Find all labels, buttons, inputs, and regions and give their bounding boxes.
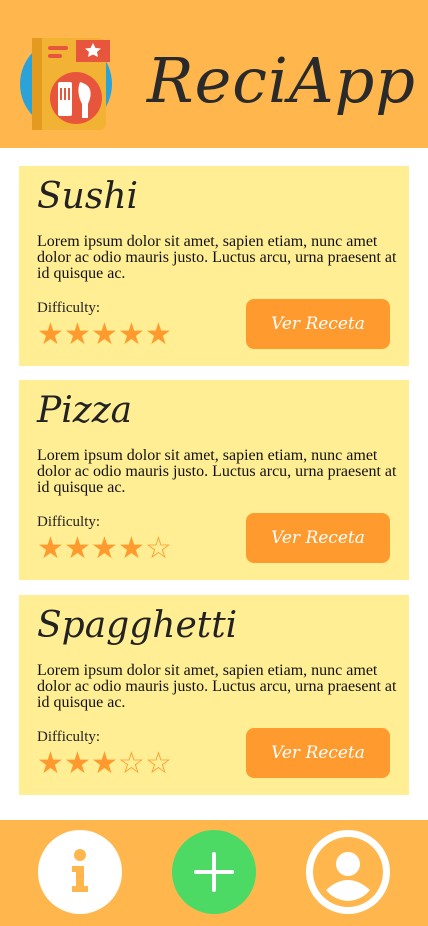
recipe-title: Spagghetti — [37, 605, 238, 646]
difficulty-label: Difficulty: — [37, 729, 101, 745]
view-recipe-button[interactable]: Ver Receta — [246, 299, 390, 349]
star-filled-icon: ★ — [91, 317, 118, 352]
difficulty-label: Difficulty: — [37, 300, 101, 316]
recipe-card: Pizza Lorem ipsum dolor sit amet, sapien… — [19, 380, 409, 580]
difficulty-label: Difficulty: — [37, 514, 101, 530]
info-icon — [72, 849, 88, 892]
recipe-title: Pizza — [37, 390, 133, 431]
star-empty-icon: ☆ — [118, 746, 145, 781]
recipe-description: Lorem ipsum dolor sit amet, sapien etiam… — [37, 447, 397, 496]
recipe-card: Spagghetti Lorem ipsum dolor sit amet, s… — [19, 595, 409, 795]
bottom-nav — [0, 820, 428, 926]
difficulty-rating: ★ ★ ★ ☆ ☆ — [37, 747, 172, 781]
plus-icon — [194, 852, 234, 892]
recipe-description: Lorem ipsum dolor sit amet, sapien etiam… — [37, 662, 397, 711]
star-filled-icon: ★ — [37, 531, 64, 566]
user-icon — [306, 830, 390, 914]
view-recipe-button[interactable]: Ver Receta — [246, 728, 390, 778]
difficulty-rating: ★ ★ ★ ★ ☆ — [37, 532, 172, 566]
app-title: ReciApp — [146, 44, 416, 117]
star-filled-icon: ★ — [64, 317, 91, 352]
star-empty-icon: ☆ — [145, 531, 172, 566]
star-filled-icon: ★ — [64, 531, 91, 566]
star-filled-icon: ★ — [37, 317, 64, 352]
star-filled-icon: ★ — [118, 531, 145, 566]
recipe-title: Sushi — [37, 176, 139, 217]
star-filled-icon: ★ — [118, 317, 145, 352]
star-filled-icon: ★ — [145, 317, 172, 352]
star-filled-icon: ★ — [37, 746, 64, 781]
recipe-card: Sushi Lorem ipsum dolor sit amet, sapien… — [19, 166, 409, 366]
star-filled-icon: ★ — [91, 531, 118, 566]
star-empty-icon: ☆ — [145, 746, 172, 781]
star-filled-icon: ★ — [64, 746, 91, 781]
add-recipe-button[interactable] — [172, 830, 256, 914]
difficulty-rating: ★ ★ ★ ★ ★ — [37, 318, 172, 352]
app-header: ReciApp — [0, 0, 428, 148]
view-recipe-button[interactable]: Ver Receta — [246, 513, 390, 563]
profile-button[interactable] — [306, 830, 390, 914]
recipe-book-logo-icon — [18, 34, 118, 134]
info-button[interactable] — [38, 830, 122, 914]
recipe-description: Lorem ipsum dolor sit amet, sapien etiam… — [37, 233, 397, 282]
star-filled-icon: ★ — [91, 746, 118, 781]
